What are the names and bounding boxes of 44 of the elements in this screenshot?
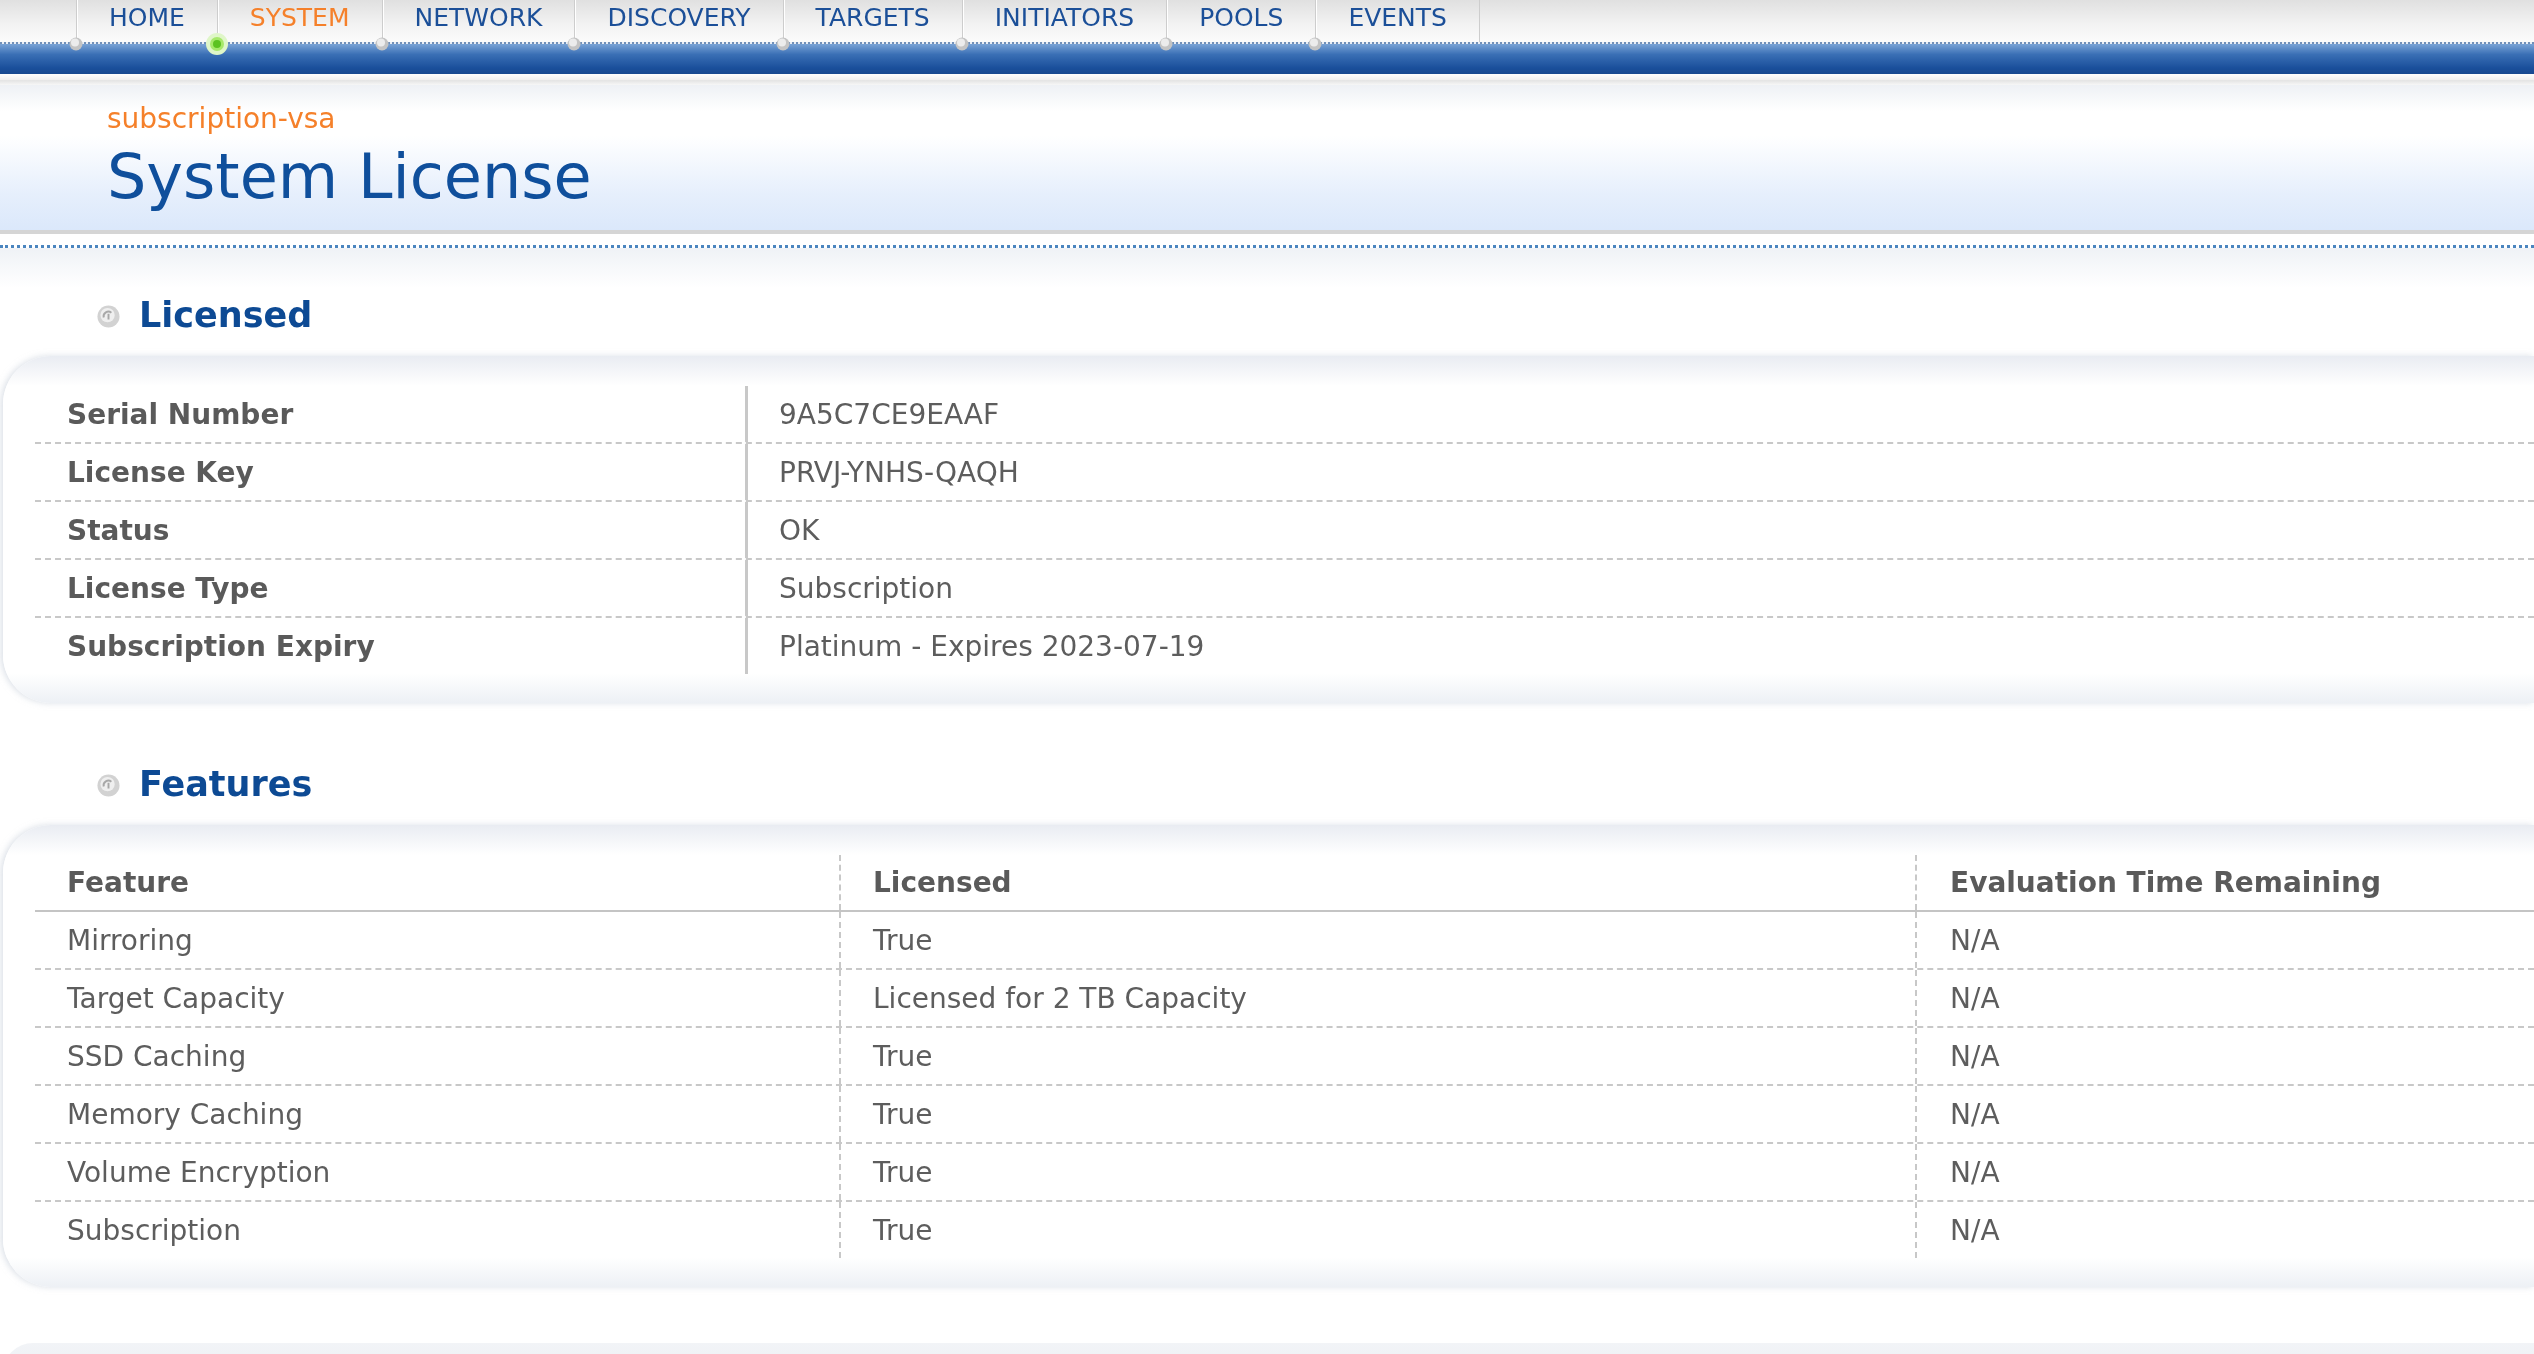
property-label: Serial Number [66,396,295,433]
property-value: Platinum - Expires 2023-07-19 [745,618,2534,674]
hostname-label: subscription-vsa [107,101,336,137]
table-cell: N/A [1915,1028,2534,1084]
property-label: License Key [66,454,255,491]
property-label: License Type [66,570,270,607]
nav-tab[interactable]: TARGETS [783,0,962,42]
property-label: Subscription Expiry [66,628,376,665]
table-cell: True [839,1028,1915,1084]
table-cell-text: Memory Caching [66,1096,304,1133]
table-cell: N/A [1915,1086,2534,1142]
table-cell-text: Mirroring [66,922,194,959]
table-cell: Licensed for 2 TB Capacity [839,970,1915,1026]
page-title: System License [107,141,592,213]
bullet-icon [97,774,120,797]
table-cell: True [839,1202,1915,1258]
table-cell-text: Volume Encryption [66,1154,332,1191]
table-cell: N/A [1915,1202,2534,1258]
property-label: Status [66,512,171,549]
nav-tab[interactable]: EVENTS [1316,0,1479,42]
table-cell-text: SSD Caching [66,1038,248,1075]
nav-tab[interactable]: INITIATORS [962,0,1167,42]
table-cell: N/A [1915,970,2534,1026]
bullet-icon [97,305,120,328]
table-cell-text: Subscription [66,1212,242,1249]
column-header: Licensed [839,855,1915,910]
table-cell: True [839,1086,1915,1142]
nav-tab[interactable]: HOME [77,0,217,42]
column-header: Feature [66,865,190,901]
column-header: Evaluation Time Remaining [1915,855,2534,910]
section-title: Features [139,764,313,804]
table-cell: True [839,912,1915,968]
table-cell-text: Target Capacity [66,980,286,1017]
property-value: 9A5C7CE9EAAF [745,386,2534,442]
table-cell: True [839,1144,1915,1200]
property-value: OK [745,502,2534,558]
property-value: PRVJ-YNHS-QAQH [745,444,2534,500]
table-cell: N/A [1915,1144,2534,1200]
property-value: Subscription [745,560,2534,616]
nav-tab[interactable]: DISCOVERY [575,0,783,42]
nav-tab[interactable]: POOLS [1167,0,1316,42]
nav-tab[interactable]: NETWORK [382,0,575,42]
table-cell: N/A [1915,912,2534,968]
section-title: Licensed [139,295,313,335]
